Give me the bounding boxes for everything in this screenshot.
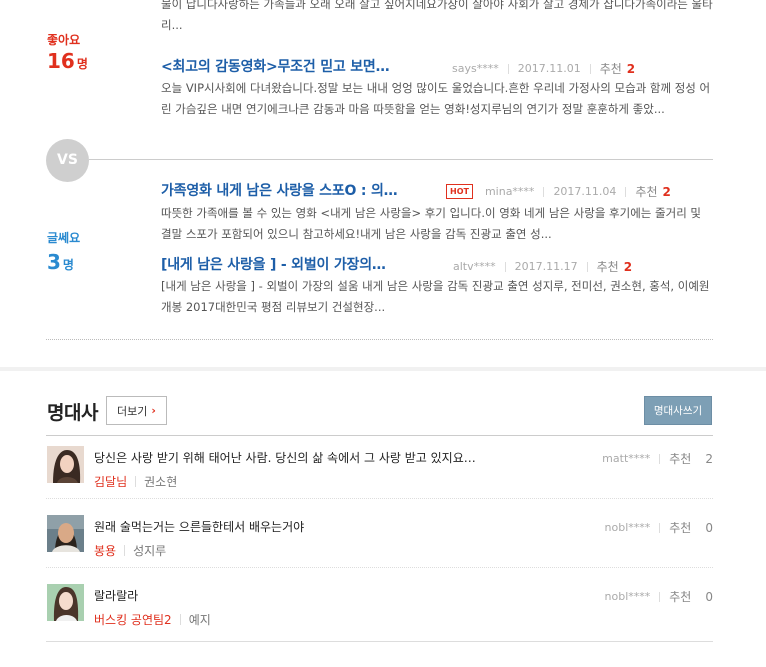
quote-text[interactable]: 랄라랄라 <box>94 587 138 604</box>
quote-meta: matt**** 추천 2 <box>602 450 713 467</box>
quotes-bottom-border <box>46 641 713 642</box>
section-band <box>0 367 766 371</box>
review-summary-good: 오늘 VIP시사회에 다녀왔습니다.정말 보는 내내 엉엉 많이도 울었습니다.… <box>161 81 711 116</box>
recommend-label[interactable]: 추천 <box>669 519 691 536</box>
quote-text[interactable]: 당신은 사랑 받기 위해 태어난 사람. 당신의 삶 속에서 그 사랑 받고 있… <box>94 449 476 466</box>
quote-author: nobl**** <box>604 521 651 534</box>
vote-good-count: 16 명 <box>47 49 88 73</box>
actor-name: 권소현 <box>144 475 178 489</box>
quote-item: 원래 술먹는거는 으른들한테서 배우는거야 봉용 성지루 nobl**** 추천… <box>46 505 713 565</box>
recommend-label: 추천 <box>599 62 622 76</box>
avatar[interactable] <box>47 584 84 621</box>
recommend-count: 0 <box>705 589 713 604</box>
chevron-right-icon: › <box>151 404 156 417</box>
avatar[interactable] <box>47 515 84 552</box>
more-button[interactable]: 더보기 › <box>106 396 167 425</box>
quote-meta: nobl**** 추천 0 <box>605 588 713 605</box>
recommend-label[interactable]: 추천 <box>669 450 691 467</box>
more-label: 더보기 <box>117 404 148 418</box>
quote-meta: nobl**** 추천 0 <box>605 519 713 536</box>
review-meta-soso-2: altv**** 2017.11.17 추천 2 <box>453 258 632 275</box>
review-date: 2017.11.04 <box>553 185 617 198</box>
character-name: 봉용 <box>94 544 117 558</box>
recommend-count: 2 <box>662 184 671 199</box>
vote-good-label: 좋아요 <box>47 33 81 47</box>
review-meta-good: says**** 2017.11.01 추천 2 <box>452 60 635 77</box>
quote-author: matt**** <box>602 452 651 465</box>
write-quote-button[interactable]: 명대사쓰기 <box>644 396 712 425</box>
character-name: 버스킹 공연팀2 <box>94 613 172 627</box>
quote-character: 김달님 권소현 <box>94 473 177 490</box>
review-summary-top: 물이 납니다사랑하는 가족들과 오래 오래 살고 싶어지네요가장이 살아야 사회… <box>161 0 713 32</box>
recommend-count: 2 <box>623 259 633 274</box>
quote-item: 랄라랄라 버스킹 공연팀2 예지 nobl**** 추천 0 <box>46 574 713 634</box>
quote-character: 버스킹 공연팀2 예지 <box>94 611 211 628</box>
recommend-label: 추천 <box>596 260 619 274</box>
review-summary-soso-2: [내게 남은 사랑을 ] - 외벌이 가장의 설움 내게 남은 사랑을 감독 진… <box>161 279 710 314</box>
quotes-section-title: 명대사 <box>47 402 98 424</box>
vote-soso-label: 글쎄요 <box>47 231 81 245</box>
vs-badge: VS <box>46 139 89 182</box>
review-title-good[interactable]: <최고의 감동영화>무조건 믿고 보면… <box>161 56 390 76</box>
recommend-label: 추천 <box>635 185 658 199</box>
hot-badge: HOT <box>446 184 473 199</box>
character-name: 김달님 <box>94 475 128 489</box>
review-author: says**** <box>452 62 499 75</box>
review-title-soso-1[interactable]: 가족영화 내게 남은 사랑을 스포O : 의… <box>161 180 398 200</box>
quote-item: 당신은 사랑 받기 위해 태어난 사람. 당신의 삶 속에서 그 사랑 받고 있… <box>46 436 713 496</box>
recommend-count: 0 <box>705 520 713 535</box>
vote-soso-block: 글쎄요 3명 <box>47 229 80 274</box>
quote-divider <box>46 498 713 499</box>
review-date: 2017.11.01 <box>517 62 581 75</box>
review-title-soso-2[interactable]: [내게 남은 사랑을 ] - 외벌이 가장의… <box>161 254 386 274</box>
review-author: mina**** <box>484 185 535 198</box>
avatar[interactable] <box>47 446 84 483</box>
vote-good-block: 좋아요 16 명 <box>47 31 88 73</box>
vote-soso-count: 3명 <box>47 250 74 274</box>
review-author: altv**** <box>453 260 496 273</box>
review-summary-soso-1: 따뜻한 가족애를 볼 수 있는 영화 <내게 남은 사랑을> 후기 입니다.이 … <box>161 206 702 241</box>
actor-name: 성지루 <box>133 544 167 558</box>
vs-divider-line <box>89 159 713 160</box>
recommend-count: 2 <box>705 451 713 466</box>
section-divider <box>46 339 713 340</box>
quote-divider <box>46 567 713 568</box>
quote-author: nobl**** <box>604 590 651 603</box>
review-date: 2017.11.17 <box>514 260 578 273</box>
review-meta-soso-1: HOT mina**** 2017.11.04 추천 2 <box>446 183 671 200</box>
actor-name: 예지 <box>188 613 211 627</box>
quote-character: 봉용 성지루 <box>94 542 166 559</box>
quote-text[interactable]: 원래 술먹는거는 으른들한테서 배우는거야 <box>94 518 304 535</box>
recommend-label[interactable]: 추천 <box>669 588 691 605</box>
recommend-count: 2 <box>626 61 636 76</box>
